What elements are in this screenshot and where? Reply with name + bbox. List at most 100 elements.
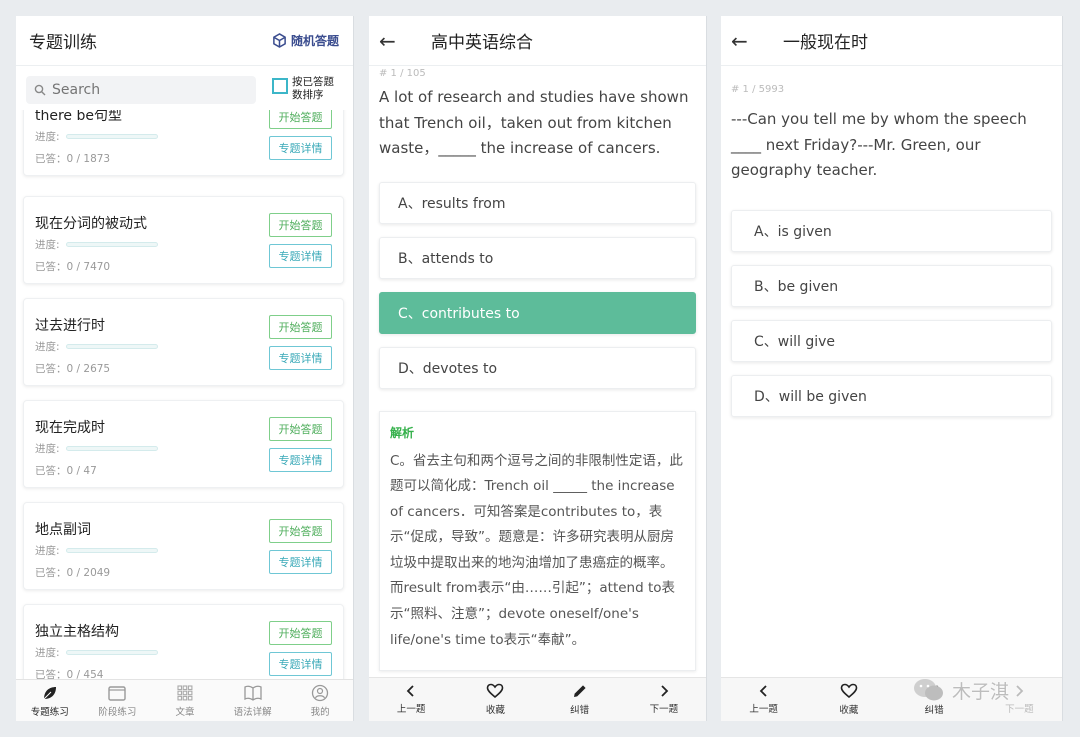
tab-grammar[interactable]: 语法详解	[219, 680, 287, 721]
option-d[interactable]: D、will be given	[731, 374, 1052, 417]
back-arrow-icon[interactable]: ←	[731, 31, 761, 51]
start-answer-button[interactable]: 开始答题	[269, 417, 332, 441]
progress-bar	[65, 344, 158, 349]
previous-question-button[interactable]: 上一题	[721, 678, 806, 721]
topic-training-screen: 专题训练 随机答题 按已答题数排序 there be句型 进度: 已答：0 / …	[16, 16, 354, 721]
option-a[interactable]: A、is given	[731, 209, 1052, 252]
sort-label: 按已答题数排序	[292, 76, 334, 101]
report-error-button[interactable]: 纠错	[538, 678, 622, 721]
tab-mine[interactable]: 我的	[286, 680, 353, 721]
progress-row: 进度:	[35, 129, 158, 144]
folder-icon	[108, 685, 127, 701]
random-answer-button[interactable]: 随机答题	[272, 32, 339, 49]
tab-label: 语法详解	[233, 706, 272, 718]
progress-bar	[65, 242, 158, 247]
progress-row: 进度:	[35, 543, 158, 558]
progress-bar	[65, 548, 158, 553]
progress-label: 进度:	[35, 131, 60, 143]
topic-card: 过去进行时 进度: 已答：0 / 2675 开始答题 专题详情	[23, 298, 344, 386]
page-title: 专题训练	[29, 33, 97, 53]
chevron-left-icon	[406, 685, 414, 697]
sort-toggle[interactable]: 按已答题数排序	[272, 76, 342, 102]
favorite-button[interactable]: 收藏	[806, 678, 891, 721]
topic-detail-button[interactable]: 专题详情	[269, 448, 332, 472]
options-list: A、is given B、be given C、will give D、will…	[721, 209, 1062, 417]
topic-title: 现在分词的被动式	[35, 216, 147, 232]
progress-label: 进度:	[35, 443, 60, 455]
action-label: 收藏	[485, 705, 505, 716]
start-answer-button[interactable]: 开始答题	[269, 213, 332, 237]
question-screen-comprehensive: ← 高中英语综合 # 1 / 105 A lot of research and…	[369, 16, 707, 721]
wechat-icon	[914, 679, 943, 701]
answered-count: 已答：0 / 1873	[35, 153, 111, 165]
topic-card: 现在分词的被动式 进度: 已答：0 / 7470 开始答题 专题详情	[23, 196, 344, 284]
option-b[interactable]: B、attends to	[379, 236, 696, 279]
option-d[interactable]: D、devotes to	[379, 346, 696, 389]
progress-bar	[65, 134, 158, 139]
option-b[interactable]: B、be given	[731, 264, 1052, 307]
search-box[interactable]	[26, 76, 256, 104]
pencil-icon	[573, 685, 586, 697]
start-answer-button[interactable]: 开始答题	[269, 519, 332, 543]
topic-detail-button[interactable]: 专题详情	[269, 136, 332, 160]
next-question-button[interactable]: 下一题	[622, 678, 706, 721]
book-icon	[243, 685, 262, 701]
topic-title: 独立主格结构	[35, 624, 119, 640]
start-answer-button[interactable]: 开始答题	[269, 315, 332, 339]
page-title: 高中英语综合	[431, 33, 533, 53]
back-arrow-icon[interactable]: ←	[379, 31, 409, 51]
topic-detail-button[interactable]: 专题详情	[269, 244, 332, 268]
progress-row: 进度:	[35, 237, 158, 252]
question-text: A lot of research and studies have shown…	[379, 88, 689, 157]
watermark-text: 木子淇	[952, 680, 1010, 703]
answered-count: 已答：0 / 47	[35, 465, 97, 477]
answered-count: 已答：0 / 7470	[35, 261, 111, 273]
question-action-bar: 上一题 收藏 纠错 下一题	[721, 677, 1062, 721]
action-label: 下一题	[649, 704, 679, 715]
topic-card: there be句型 进度: 已答：0 / 1873 开始答题 专题详情	[23, 110, 344, 176]
progress-bar	[65, 446, 158, 451]
heart-icon	[840, 683, 858, 699]
question-number: # 1 / 5993	[731, 84, 785, 95]
question-text: ---Can you tell me by whom the speech __…	[731, 110, 1027, 179]
option-c-selected[interactable]: C、contributes to	[379, 291, 696, 334]
header: 专题训练 随机答题	[16, 16, 353, 66]
watermark: 木子淇	[912, 676, 1009, 704]
start-answer-button[interactable]: 开始答题	[269, 621, 332, 645]
sort-checkbox[interactable]	[272, 78, 288, 94]
chevron-left-icon	[759, 685, 767, 697]
topic-detail-button[interactable]: 专题详情	[269, 346, 332, 370]
option-c[interactable]: C、will give	[731, 319, 1052, 362]
tab-label: 文章	[175, 706, 195, 718]
tab-label: 专题练习	[30, 706, 69, 718]
search-icon	[34, 84, 46, 96]
topic-detail-button[interactable]: 专题详情	[269, 550, 332, 574]
tab-articles[interactable]: 文章	[151, 680, 219, 721]
chevron-right-icon	[661, 685, 669, 697]
explanation-box: 解析 C。省去主句和两个逗号之间的非限制性定语，此题可以简化成：Trench o…	[379, 410, 696, 671]
search-input[interactable]	[52, 82, 232, 98]
explanation-text: C。省去主句和两个逗号之间的非限制性定语，此题可以简化成：Trench oil …	[390, 452, 683, 648]
progress-row: 进度:	[35, 441, 158, 456]
topic-card: 现在完成时 进度: 已答：0 / 47 开始答题 专题详情	[23, 400, 344, 488]
tab-label: 阶段练习	[98, 706, 137, 718]
option-a[interactable]: A、results from	[379, 181, 696, 224]
topic-title: 地点副词	[35, 522, 91, 538]
tab-stage-practice[interactable]: 阶段练习	[84, 680, 152, 721]
explanation-heading: 解析	[390, 425, 415, 440]
progress-label: 进度:	[35, 239, 60, 251]
topic-list[interactable]: there be句型 进度: 已答：0 / 1873 开始答题 专题详情 现在分…	[16, 110, 353, 682]
action-label: 下一题	[1005, 704, 1034, 715]
previous-question-button[interactable]: 上一题	[369, 678, 453, 721]
topic-detail-button[interactable]: 专题详情	[269, 652, 332, 676]
bottom-tab-bar: 专题练习 阶段练习 文章 语法详解 我的	[16, 679, 353, 721]
tab-label: 我的	[310, 706, 330, 718]
tab-topic-practice[interactable]: 专题练习	[16, 680, 84, 721]
topic-title: 现在完成时	[35, 420, 105, 436]
header: ← 高中英语综合	[369, 16, 706, 66]
random-answer-label: 随机答题	[290, 34, 339, 48]
favorite-button[interactable]: 收藏	[453, 678, 537, 721]
start-answer-button[interactable]: 开始答题	[269, 110, 332, 129]
action-label: 纠错	[570, 705, 590, 716]
topic-title: 过去进行时	[35, 318, 105, 334]
